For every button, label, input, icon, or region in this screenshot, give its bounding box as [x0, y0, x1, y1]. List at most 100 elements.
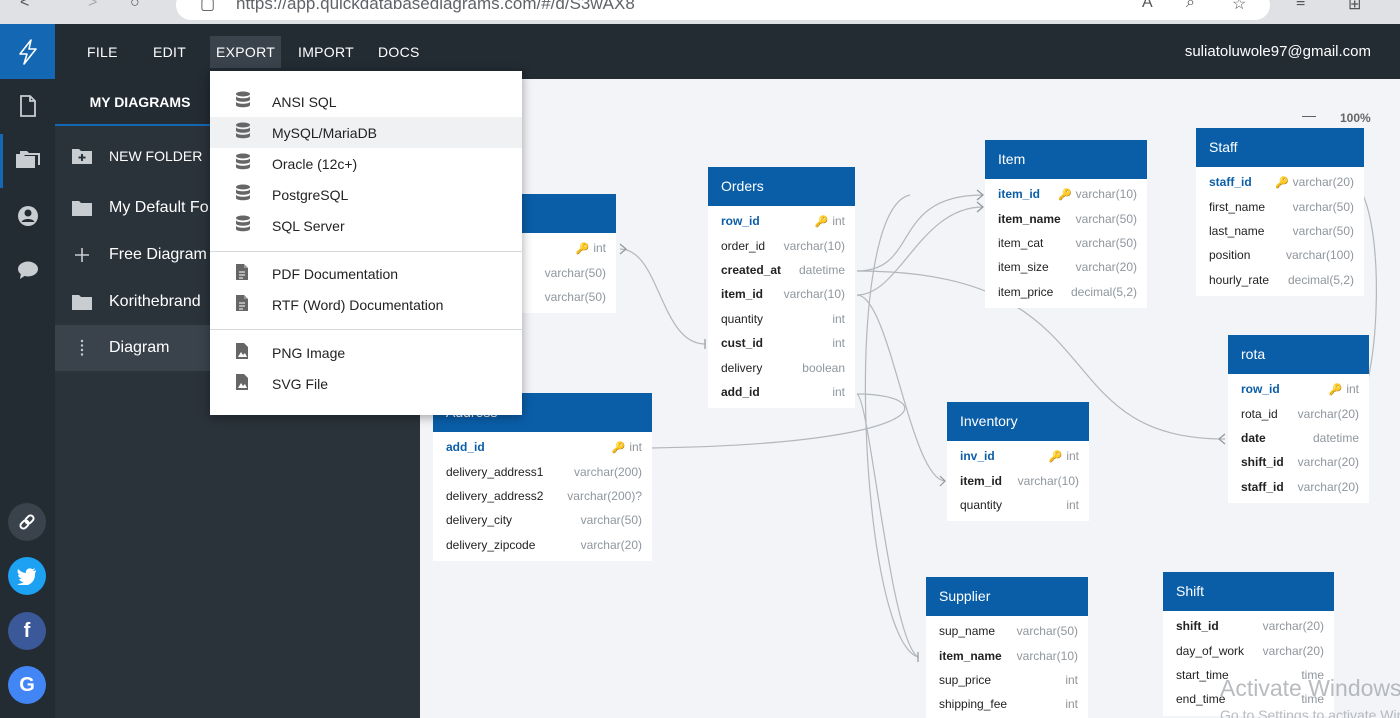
table-row[interactable]: created_at datetime	[708, 258, 855, 282]
table-row[interactable]: item_name varchar(50)	[985, 206, 1147, 230]
table-row[interactable]: quantity int	[947, 493, 1089, 517]
export-rtf-documentation[interactable]: RTF (Word) Documentation	[210, 289, 522, 320]
export-svg-file[interactable]: SVG File	[210, 368, 522, 399]
folders-icon[interactable]	[0, 149, 55, 171]
folder-icon	[55, 199, 109, 217]
diagram-canvas[interactable]: — 100% 🔑int evarchar(50)	[420, 79, 1400, 718]
table-staff[interactable]: Staff staff_id 🔑 varchar(20) first_name var…	[1196, 128, 1364, 296]
table-row[interactable]: add_id 🔑 int	[433, 435, 652, 459]
table-row[interactable]: staff_id 🔑 varchar(20)	[1196, 170, 1364, 194]
table-row[interactable]: item_id varchar(10)	[947, 468, 1089, 492]
export-png-image[interactable]: PNG Image	[210, 337, 522, 368]
table-row[interactable]: staff_id varchar(20)	[1228, 475, 1369, 499]
document-icon[interactable]	[0, 95, 55, 117]
table-row[interactable]: delivery boolean	[708, 355, 855, 379]
table-row[interactable]: item_cat varchar(50)	[985, 231, 1147, 255]
table-orders[interactable]: Orders row_id 🔑 int order_id varchar(10) cr…	[708, 167, 855, 409]
read-aloud-icon[interactable]: A	[1142, 0, 1153, 12]
account-icon[interactable]	[0, 205, 55, 227]
tab-my-diagrams[interactable]: MY DIAGRAMS	[55, 79, 225, 126]
table-header[interactable]: Orders	[708, 167, 855, 206]
table-row[interactable]: item_size varchar(20)	[985, 255, 1147, 279]
url-text[interactable]: https://app.quickdatabasediagrams.com/#/…	[236, 0, 635, 14]
table-item[interactable]: Item item_id 🔑 varchar(10) item_name varcha…	[985, 140, 1147, 308]
table-row[interactable]: date datetime	[1228, 426, 1369, 450]
table-row[interactable]: add_id int	[708, 380, 855, 404]
key-icon: 🔑	[1274, 176, 1289, 189]
table-row[interactable]: quantity int	[708, 307, 855, 331]
back-icon[interactable]: <	[20, 0, 29, 12]
folder-icon	[55, 293, 109, 311]
image-file-icon	[210, 342, 272, 363]
favorites-add-icon[interactable]: ☆	[1232, 0, 1246, 14]
table-header[interactable]: Shift	[1163, 572, 1334, 611]
table-rota[interactable]: rota row_id 🔑 int rota_id varchar(20) date d…	[1228, 335, 1369, 503]
favorites-icon[interactable]: ≡	[1296, 0, 1305, 12]
collections-icon[interactable]: ⊞	[1348, 0, 1361, 14]
table-row[interactable]: row_id 🔑 int	[708, 209, 855, 233]
table-header[interactable]: Supplier	[926, 577, 1088, 616]
panel-item-label: Free Diagram	[109, 246, 207, 263]
table-header[interactable]: Inventory	[947, 402, 1089, 441]
table-row[interactable]: delivery_city varchar(50)	[433, 508, 652, 532]
menu-file[interactable]: FILE	[81, 36, 124, 68]
forward-icon[interactable]: >	[88, 0, 97, 12]
table-row[interactable]: hourly_rate decimal(5,2)	[1196, 268, 1364, 292]
table-header[interactable]: Staff	[1196, 128, 1364, 167]
browser-toolbar: < > ○ ▢ https://app.quickdatabasediagram…	[0, 0, 1400, 24]
key-icon: 🔑	[575, 242, 590, 255]
key-icon: 🔑	[1328, 383, 1343, 396]
link-icon[interactable]	[8, 503, 46, 541]
table-row[interactable]: item_price decimal(5,2)	[985, 280, 1147, 304]
table-row[interactable]: shipping_fee int	[926, 692, 1088, 716]
export-ansi-sql[interactable]: ANSI SQL	[210, 86, 522, 117]
menu-edit[interactable]: EDIT	[147, 36, 192, 68]
table-row[interactable]: item_name varchar(10)	[926, 643, 1088, 667]
export-sql-server[interactable]: SQL Server	[210, 210, 522, 241]
menu-docs[interactable]: DOCS	[372, 36, 426, 68]
table-row[interactable]: row_id 🔑 int	[1228, 377, 1369, 401]
export-postgresql[interactable]: PostgreSQL	[210, 179, 522, 210]
table-row[interactable]: first_name varchar(50)	[1196, 194, 1364, 218]
export-oracle[interactable]: Oracle (12c+)	[210, 148, 522, 179]
lock-icon[interactable]: ▢	[200, 0, 215, 14]
panel-item-label: My Default Fo	[109, 199, 209, 216]
table-address[interactable]: Address add_id🔑int delivery_address1varc…	[433, 393, 652, 561]
zoom-icon[interactable]: ⌕	[1186, 0, 1195, 12]
lightning-icon	[18, 38, 37, 65]
table-row[interactable]: order_id varchar(10)	[708, 233, 855, 257]
table-row[interactable]: last_name varchar(50)	[1196, 219, 1364, 243]
table-row[interactable]: sup_price int	[926, 668, 1088, 692]
table-row[interactable]: rota_id varchar(20)	[1228, 401, 1369, 425]
table-row[interactable]: cust_id int	[708, 331, 855, 355]
table-row[interactable]: inv_id 🔑 int	[947, 444, 1089, 468]
table-row[interactable]: shift_id varchar(20)	[1163, 614, 1334, 638]
table-row[interactable]: position varchar(100)	[1196, 243, 1364, 267]
google-icon[interactable]: G	[8, 666, 46, 704]
export-item-label: SQL Server	[272, 217, 345, 234]
app-logo[interactable]	[0, 24, 55, 79]
export-mysql[interactable]: MySQL/MariaDB	[210, 117, 522, 148]
facebook-icon[interactable]: f	[8, 612, 46, 650]
twitter-icon[interactable]	[8, 557, 46, 595]
user-email[interactable]: suliatoluwole97@gmail.com	[1185, 43, 1371, 60]
menu-import[interactable]: IMPORT	[292, 36, 360, 68]
export-pdf-documentation[interactable]: PDF Documentation	[210, 258, 522, 289]
table-row[interactable]: delivery_zipcode varchar(20)	[433, 533, 652, 557]
reload-icon[interactable]: ○	[130, 0, 140, 12]
table-row[interactable]: item_id varchar(10)	[708, 282, 855, 306]
table-row[interactable]: delivery_address1 varchar(200)	[433, 459, 652, 483]
table-header[interactable]: Item	[985, 140, 1147, 179]
table-row[interactable]: shift_id varchar(20)	[1228, 450, 1369, 474]
table-row[interactable]: sup_name varchar(50)	[926, 619, 1088, 643]
export-item-label: PDF Documentation	[272, 265, 399, 282]
table-row[interactable]: item_id 🔑 varchar(10)	[985, 182, 1147, 206]
table-supplier[interactable]: Supplier sup_name varchar(50) item_name va…	[926, 577, 1088, 718]
table-row[interactable]: day_of_work varchar(20)	[1163, 638, 1334, 662]
chat-icon[interactable]	[0, 260, 55, 280]
table-inventory[interactable]: Inventory inv_id 🔑 int item_id varchar(10) …	[947, 402, 1089, 522]
activate-windows-subtitle: Go to Settings to activate Windows.	[1220, 707, 1400, 718]
table-row[interactable]: delivery_address2 varchar(200)?	[433, 484, 652, 508]
menu-export[interactable]: EXPORT	[210, 36, 282, 68]
table-header[interactable]: rota	[1228, 335, 1369, 374]
